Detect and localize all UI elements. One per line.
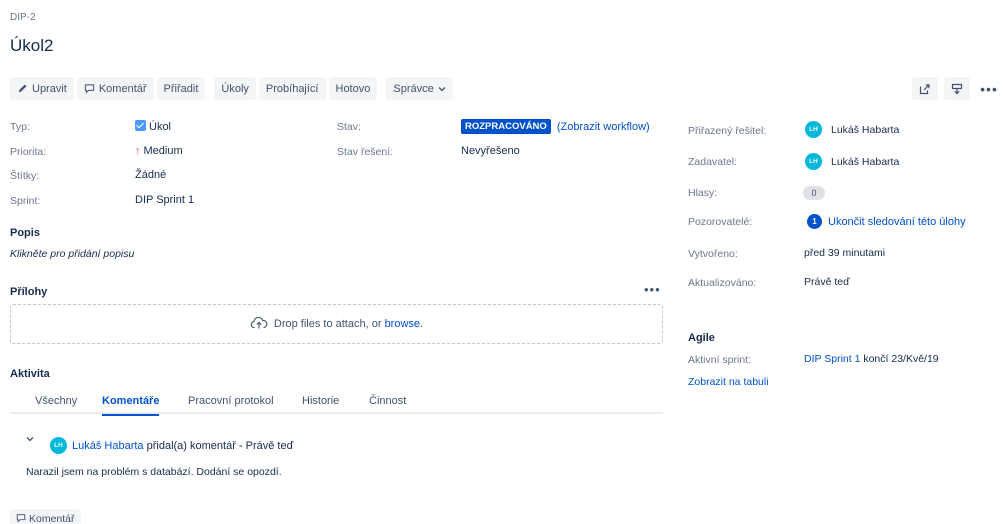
workflow-link[interactable]: (Zobrazit workflow): [557, 121, 650, 133]
watchers-count-badge[interactable]: 1: [807, 214, 822, 229]
priority-arrow-up-icon: ↑: [135, 145, 141, 157]
tab-worklog[interactable]: Pracovní protokol: [188, 395, 274, 414]
reporter-avatar: LH: [805, 153, 822, 170]
chevron-down-icon: [438, 86, 446, 92]
sprint-value[interactable]: DIP Sprint 1: [135, 194, 194, 206]
comment-button[interactable]: Komentář: [76, 77, 154, 100]
type-value[interactable]: Úkol: [135, 120, 171, 133]
assignee-field[interactable]: LH Lukáš Habarta: [805, 121, 899, 138]
comment-meta: Lukáš Habarta přidal(a) komentář - Právě…: [72, 439, 294, 452]
comment-icon: [16, 513, 26, 524]
tab-comments[interactable]: Komentáře: [102, 395, 160, 416]
edit-button[interactable]: Upravit: [10, 77, 74, 100]
created-value: před 39 minutami: [804, 247, 886, 259]
browse-link[interactable]: browse.: [385, 318, 424, 330]
priority-value[interactable]: ↑ Medium: [135, 145, 183, 157]
labels-label: Štítky:: [10, 170, 40, 182]
reporter-field[interactable]: LH Lukáš Habarta: [805, 153, 899, 170]
export-icon[interactable]: [944, 77, 970, 100]
attachments-heading: Přílohy: [10, 286, 48, 298]
comment-time[interactable]: Právě teď: [246, 440, 294, 452]
labels-value[interactable]: Žádné: [135, 169, 166, 181]
tasks-button[interactable]: Úkoly: [214, 77, 256, 100]
status-label: Stav:: [337, 121, 361, 133]
assignee-name: Lukáš Habarta: [831, 123, 900, 136]
done-button[interactable]: Hotovo: [328, 77, 378, 100]
description-field[interactable]: Klikněte pro přidání popisu: [10, 248, 134, 260]
drop-text: Drop files to attach, or browse.: [273, 318, 424, 330]
add-comment-button[interactable]: Komentář: [10, 509, 81, 524]
priority-text: Medium: [143, 145, 183, 157]
task-type-icon: [135, 120, 146, 131]
more-icon[interactable]: •••: [976, 77, 1002, 100]
updated-label: Aktualizováno:: [688, 277, 757, 289]
admin-label: Správce: [393, 82, 434, 95]
admin-dropdown[interactable]: Správce: [386, 77, 453, 100]
agile-heading: Agile: [688, 332, 715, 344]
in-progress-button[interactable]: Probíhající: [258, 77, 326, 100]
add-comment-label: Komentář: [29, 513, 75, 524]
issue-toolbar: Upravit Komentář Přiřadit Úkoly Probíhaj…: [10, 77, 453, 100]
sprint-label: Sprint:: [10, 195, 41, 207]
collapse-chevron-icon[interactable]: [26, 434, 34, 444]
pencil-icon: [17, 83, 28, 94]
comment-icon: [84, 83, 95, 94]
resolution-value: Nevyřešeno: [461, 145, 520, 157]
votes-badge[interactable]: 0: [803, 186, 825, 200]
cloud-upload-icon: [250, 316, 268, 332]
avatar[interactable]: LH: [50, 437, 67, 454]
view-on-board-link[interactable]: Zobrazit na tabuli: [688, 376, 769, 388]
reporter-label: Zadavatel:: [688, 156, 738, 168]
active-sprint-label: Aktivní sprint:: [688, 354, 752, 366]
attachments-more-icon[interactable]: •••: [644, 282, 661, 297]
updated-value: Právě teď: [804, 276, 850, 288]
active-sprint-value: DIP Sprint 1 končí 23/Kvě/19: [804, 353, 939, 365]
status-row: ROZPRACOVÁNO (Zobrazit workflow): [461, 119, 650, 134]
comment-header: LH Lukáš Habarta přidal(a) komentář - Pr…: [50, 437, 293, 454]
issue-actions: •••: [912, 77, 1002, 100]
issue-key[interactable]: DIP-2: [10, 12, 36, 23]
watchers-label: Pozorovatelé:: [688, 216, 753, 228]
attachment-dropzone[interactable]: Drop files to attach, or browse.: [10, 304, 663, 344]
activity-heading: Aktivita: [10, 368, 50, 380]
activity-tabs: Všechny Komentáře Pracovní protokol Hist…: [10, 395, 663, 416]
watchers-field: 1 Ukončit sledování této úlohy: [807, 214, 966, 229]
assign-button[interactable]: Přiřadit: [156, 77, 206, 100]
comment-body: Narazil jsem na problém s databází. Dodá…: [26, 466, 282, 478]
tab-activity[interactable]: Činnost: [369, 395, 406, 414]
resolution-label: Stav řešení:: [337, 146, 394, 158]
type-label: Typ:: [10, 121, 30, 133]
description-heading: Popis: [10, 227, 40, 239]
issue-title[interactable]: Úkol2: [10, 36, 53, 56]
votes-label: Hlasy:: [688, 187, 718, 199]
created-label: Vytvořeno:: [688, 248, 738, 260]
comment-author-link[interactable]: Lukáš Habarta: [72, 440, 144, 452]
edit-label: Upravit: [32, 82, 67, 95]
status-badge[interactable]: ROZPRACOVÁNO: [461, 119, 551, 134]
reporter-name: Lukáš Habarta: [831, 155, 900, 168]
sprint-link[interactable]: DIP Sprint 1: [804, 353, 860, 365]
share-icon[interactable]: [912, 77, 938, 100]
type-text: Úkol: [149, 121, 172, 133]
tab-history[interactable]: Historie: [302, 395, 339, 414]
assignee-avatar: LH: [805, 121, 822, 138]
tab-all[interactable]: Všechny: [35, 395, 77, 414]
assignee-label: Přiřazený řešitel:: [688, 125, 767, 137]
comment-label: Komentář: [98, 82, 147, 95]
priority-label: Priorita:: [10, 146, 47, 158]
stop-watching-link[interactable]: Ukončit sledování této úlohy: [828, 216, 966, 228]
